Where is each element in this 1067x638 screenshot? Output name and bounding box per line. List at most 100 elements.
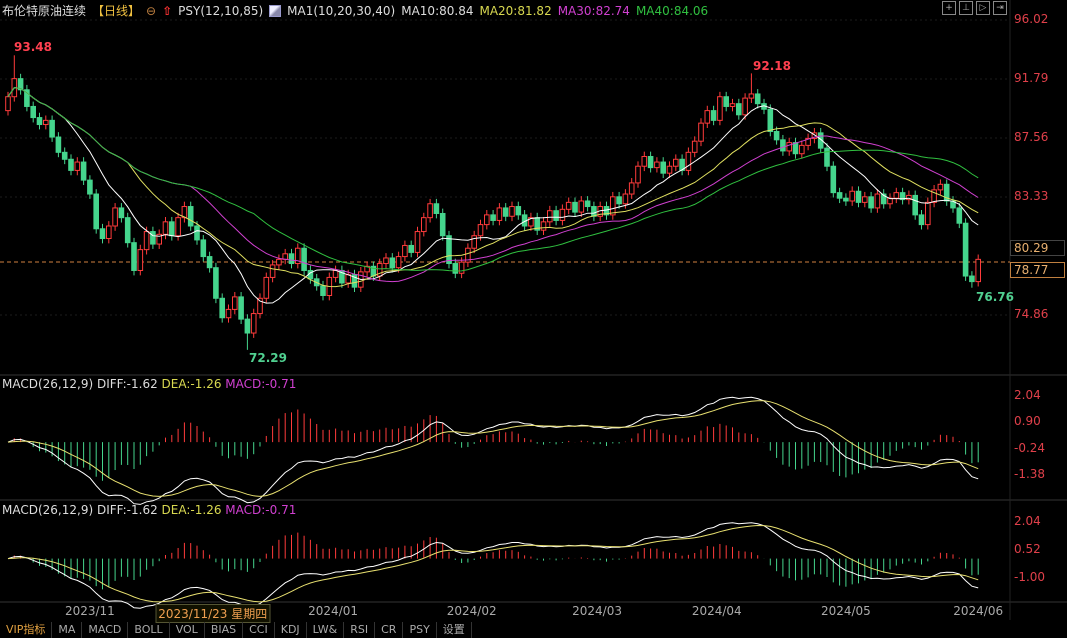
macd1-tick: -1.38 bbox=[1014, 467, 1046, 481]
candle-body bbox=[641, 155, 648, 167]
chart-canvas[interactable] bbox=[0, 0, 1067, 638]
tab-2[interactable]: MACD bbox=[82, 622, 129, 638]
candle-body bbox=[773, 130, 780, 141]
ma-params[interactable]: MA1(10,20,30,40) bbox=[287, 4, 395, 18]
macd2-title[interactable]: MACD(26,12,9) bbox=[2, 503, 93, 517]
tab-4[interactable]: VOL bbox=[170, 622, 205, 638]
candle-body bbox=[912, 194, 919, 216]
ma40-value: MA40:84.06 bbox=[635, 3, 709, 18]
tab-5[interactable]: BIAS bbox=[205, 622, 244, 638]
candle-body bbox=[962, 222, 969, 277]
tab-9[interactable]: RSI bbox=[344, 622, 376, 638]
play-icon[interactable]: ▷ bbox=[976, 1, 990, 15]
candle-body bbox=[584, 200, 591, 208]
candle-body bbox=[622, 193, 629, 205]
crosshair-icon[interactable]: + bbox=[942, 1, 956, 15]
macd2-dea: DEA:-1.26 bbox=[161, 503, 222, 517]
candle-body bbox=[502, 207, 509, 217]
candle-body bbox=[578, 200, 585, 213]
macd1-title[interactable]: MACD(26,12,9) bbox=[2, 377, 93, 391]
candle-body bbox=[824, 147, 830, 167]
candle-body bbox=[956, 207, 963, 224]
candle-body bbox=[591, 206, 597, 217]
candle-body bbox=[484, 214, 490, 226]
candle-body bbox=[515, 206, 522, 216]
macd1-dea: DEA:-1.26 bbox=[161, 377, 222, 391]
candle-body bbox=[565, 201, 572, 210]
candle-body bbox=[458, 261, 465, 274]
candle-body bbox=[87, 179, 93, 195]
macd2-legend: MACD(26,12,9) DIFF:-1.62 DEA:-1.26 MACD:… bbox=[2, 503, 296, 517]
candle-body bbox=[855, 190, 862, 203]
candle-body bbox=[843, 197, 849, 202]
tab-3[interactable]: BOLL bbox=[128, 622, 170, 638]
tab-10[interactable]: CR bbox=[375, 622, 404, 638]
ma10-line bbox=[7, 87, 979, 304]
candle-body bbox=[925, 201, 931, 226]
tab-12[interactable]: 设置 bbox=[437, 622, 472, 638]
candle-body bbox=[219, 297, 225, 319]
candle-body bbox=[68, 158, 74, 171]
candle-body bbox=[43, 119, 49, 126]
candle-body bbox=[55, 136, 62, 153]
ma30-value: MA30:82.74 bbox=[557, 3, 630, 18]
period-label[interactable]: 【日线】 bbox=[92, 2, 140, 19]
indicator-tabs: VIP指标 MA MACD BOLL VOL BIAS CCI KDJ LW& RSI CR PSY 设… bbox=[0, 622, 472, 638]
macd2-macd: MACD:-0.71 bbox=[225, 503, 297, 517]
macd2-diff-line bbox=[7, 522, 979, 609]
candle-body bbox=[263, 276, 270, 299]
candle-body bbox=[509, 206, 515, 217]
candle-body bbox=[30, 105, 36, 119]
candle-body bbox=[93, 193, 100, 230]
low-label: 72.29 bbox=[249, 351, 287, 365]
candle-body bbox=[446, 235, 452, 265]
settings-icon[interactable]: ⊖ bbox=[146, 4, 156, 18]
macd2-tick: 2.04 bbox=[1014, 514, 1041, 528]
candle-body bbox=[673, 158, 679, 167]
arrow-up-icon: ⇧ bbox=[162, 3, 173, 18]
candle-body bbox=[421, 217, 427, 233]
ma-chart-icon[interactable] bbox=[269, 4, 282, 17]
candle-body bbox=[320, 285, 326, 296]
date-tick: 2024/03 bbox=[572, 604, 622, 618]
candle-body bbox=[754, 93, 761, 105]
date-tick: 2024/02 bbox=[446, 604, 497, 618]
main-legend: 布伦特原油连续 【日线】 ⊖ ⇧ PSY(12,10,85) MA1(10,20… bbox=[2, 2, 708, 19]
candle-body bbox=[553, 210, 559, 221]
candle-body bbox=[547, 210, 553, 223]
candle-body bbox=[118, 207, 125, 219]
tab-0[interactable]: VIP指标 bbox=[0, 622, 53, 638]
candle-body bbox=[106, 225, 112, 240]
candle-body bbox=[540, 221, 547, 231]
date-tick: 2024/01 bbox=[308, 604, 359, 618]
low-label: 76.76 bbox=[976, 290, 1014, 304]
candle-body bbox=[194, 225, 200, 241]
candle-body bbox=[232, 296, 238, 310]
candle-body bbox=[99, 228, 106, 240]
high-label: 92.18 bbox=[753, 59, 791, 73]
candle-body bbox=[799, 144, 805, 155]
candle-body bbox=[918, 214, 925, 226]
instrument-title: 布伦特原油连续 bbox=[2, 4, 87, 18]
tab-11[interactable]: PSY bbox=[403, 622, 437, 638]
candle-body bbox=[80, 161, 87, 181]
candle-body bbox=[635, 165, 641, 184]
candle-body bbox=[332, 269, 339, 278]
candle-body bbox=[187, 206, 194, 227]
candle-body bbox=[836, 192, 843, 199]
candle-body bbox=[402, 244, 408, 258]
candle-body bbox=[628, 182, 635, 195]
tab-7[interactable]: KDJ bbox=[275, 622, 307, 638]
candle-body bbox=[414, 231, 421, 253]
candle-body bbox=[874, 193, 881, 209]
tab-6[interactable]: CCI bbox=[243, 622, 275, 638]
candle-body bbox=[893, 192, 900, 199]
tab-1[interactable]: MA bbox=[52, 622, 83, 638]
candle-body bbox=[654, 161, 660, 169]
psy-label[interactable]: PSY(12,10,85) bbox=[178, 4, 263, 18]
fit-icon[interactable]: ⊥ bbox=[959, 1, 973, 15]
tab-8[interactable]: LW& bbox=[307, 622, 345, 638]
goto-end-icon[interactable]: ⇥ bbox=[993, 1, 1007, 15]
candle-body bbox=[610, 196, 616, 216]
candle-body bbox=[395, 256, 402, 269]
